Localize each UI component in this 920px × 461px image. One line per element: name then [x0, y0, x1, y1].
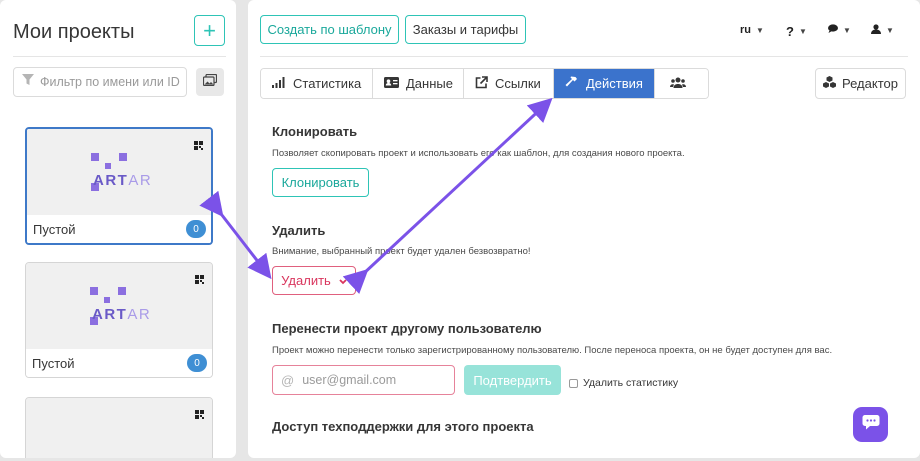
- at-sign-icon: @: [281, 372, 295, 388]
- clone-section-title: Клонировать: [272, 124, 358, 139]
- delete-stats-checkbox[interactable]: [569, 378, 578, 388]
- delete-stats-label: Удалить статистику: [583, 377, 679, 389]
- project-thumbnail: [26, 398, 212, 458]
- chat-icon: [862, 414, 880, 435]
- qr-code-icon[interactable]: [195, 271, 204, 289]
- transfer-section-title: Перенести проект другому пользователю: [272, 321, 542, 336]
- projects-sidebar: Мои проекты + ARTAR: [0, 0, 236, 458]
- filter-field[interactable]: [13, 67, 187, 97]
- qr-code-icon[interactable]: [194, 137, 203, 155]
- clone-button[interactable]: Клонировать: [272, 168, 369, 197]
- id-card-icon: [384, 76, 399, 91]
- chevron-down-icon: ▼: [843, 25, 851, 35]
- messages-menu[interactable]: ▼: [828, 24, 851, 36]
- tab-data[interactable]: Данные: [373, 69, 464, 98]
- images-icon: [202, 73, 218, 91]
- language-menu[interactable]: ru ▼: [740, 24, 764, 36]
- project-name: Пустой: [33, 221, 76, 237]
- chevron-down-icon: ▼: [798, 27, 807, 36]
- filter-icon: [22, 73, 34, 91]
- cubes-icon: [823, 76, 837, 91]
- qr-code-icon[interactable]: [195, 406, 204, 424]
- projects-title: Мои проекты: [13, 21, 135, 43]
- user-menu[interactable]: ▼: [871, 24, 894, 37]
- transfer-section-description: Проект можно перенести только зарегистри…: [272, 345, 833, 356]
- email-field[interactable]: @: [272, 365, 455, 395]
- project-card[interactable]: ARTAR Пустой 0: [25, 262, 213, 378]
- chevron-down-icon: [339, 273, 347, 288]
- tab-label: Ссылки: [495, 76, 541, 91]
- delete-section-description: Внимание, выбранный проект будет удален …: [272, 246, 531, 257]
- chat-bubble-icon: [828, 24, 838, 36]
- tab-statistics[interactable]: Статистика: [261, 69, 373, 98]
- email-input[interactable]: [302, 373, 453, 387]
- clone-section-description: Позволяет скопировать проект и использов…: [272, 148, 685, 159]
- bar-chart-icon: [272, 76, 286, 91]
- artar-logo: ARTAR: [87, 149, 153, 200]
- orders-and-plans-button[interactable]: Заказы и тарифы: [405, 15, 526, 44]
- tab-users[interactable]: [655, 69, 708, 98]
- chevron-down-icon: ▼: [756, 25, 764, 35]
- divider: [260, 56, 908, 57]
- project-count-badge: 0: [187, 354, 207, 372]
- project-name: Пустой: [32, 355, 75, 371]
- project-card[interactable]: ARTAR Пустой 0: [25, 127, 213, 245]
- hammer-icon: [565, 75, 579, 92]
- delete-button[interactable]: Удалить: [272, 266, 356, 295]
- tab-links[interactable]: Ссылки: [464, 69, 554, 98]
- confirm-transfer-button[interactable]: Подтвердить: [464, 365, 561, 395]
- gallery-view-button[interactable]: [196, 68, 224, 96]
- project-tabs: Статистика Данные Ссылки Действия: [260, 68, 709, 99]
- artar-logo: ARTAR: [86, 283, 152, 334]
- svg-text:ARTAR: ARTAR: [93, 172, 152, 189]
- tab-label: Действия: [586, 76, 643, 91]
- project-details-panel: Создать по шаблону Заказы и тарифы ru ▼ …: [248, 0, 920, 458]
- project-thumbnail: ARTAR: [26, 263, 212, 349]
- delete-stats-option[interactable]: Удалить статистику: [569, 377, 678, 389]
- filter-input[interactable]: [40, 75, 180, 89]
- user-icon: [871, 24, 881, 37]
- help-menu[interactable]: ? ▼: [786, 24, 807, 39]
- tab-actions[interactable]: Действия: [554, 69, 655, 98]
- editor-label: Редактор: [842, 76, 898, 91]
- support-section-title: Доступ техподдержки для этого проекта: [272, 419, 534, 434]
- help-icon: ?: [786, 24, 794, 39]
- add-project-button[interactable]: +: [194, 15, 225, 46]
- delete-section-title: Удалить: [272, 223, 326, 238]
- project-card-footer: Пустой 0: [26, 349, 212, 377]
- external-link-icon: [475, 75, 488, 92]
- project-card[interactable]: [25, 397, 213, 458]
- editor-button[interactable]: Редактор: [815, 68, 906, 99]
- project-card-footer: Пустой 0: [27, 215, 211, 243]
- delete-label: Удалить: [281, 273, 331, 288]
- language-label: ru: [740, 24, 751, 36]
- users-icon: [670, 76, 686, 91]
- project-count-badge: 0: [186, 220, 206, 238]
- project-thumbnail: ARTAR: [27, 129, 211, 215]
- chat-widget-button[interactable]: [853, 407, 888, 442]
- tab-label: Статистика: [293, 76, 362, 91]
- tab-label: Данные: [406, 76, 453, 91]
- svg-text:ARTAR: ARTAR: [92, 306, 151, 323]
- create-from-template-button[interactable]: Создать по шаблону: [260, 15, 399, 44]
- divider: [13, 56, 226, 57]
- chevron-down-icon: ▼: [886, 26, 894, 35]
